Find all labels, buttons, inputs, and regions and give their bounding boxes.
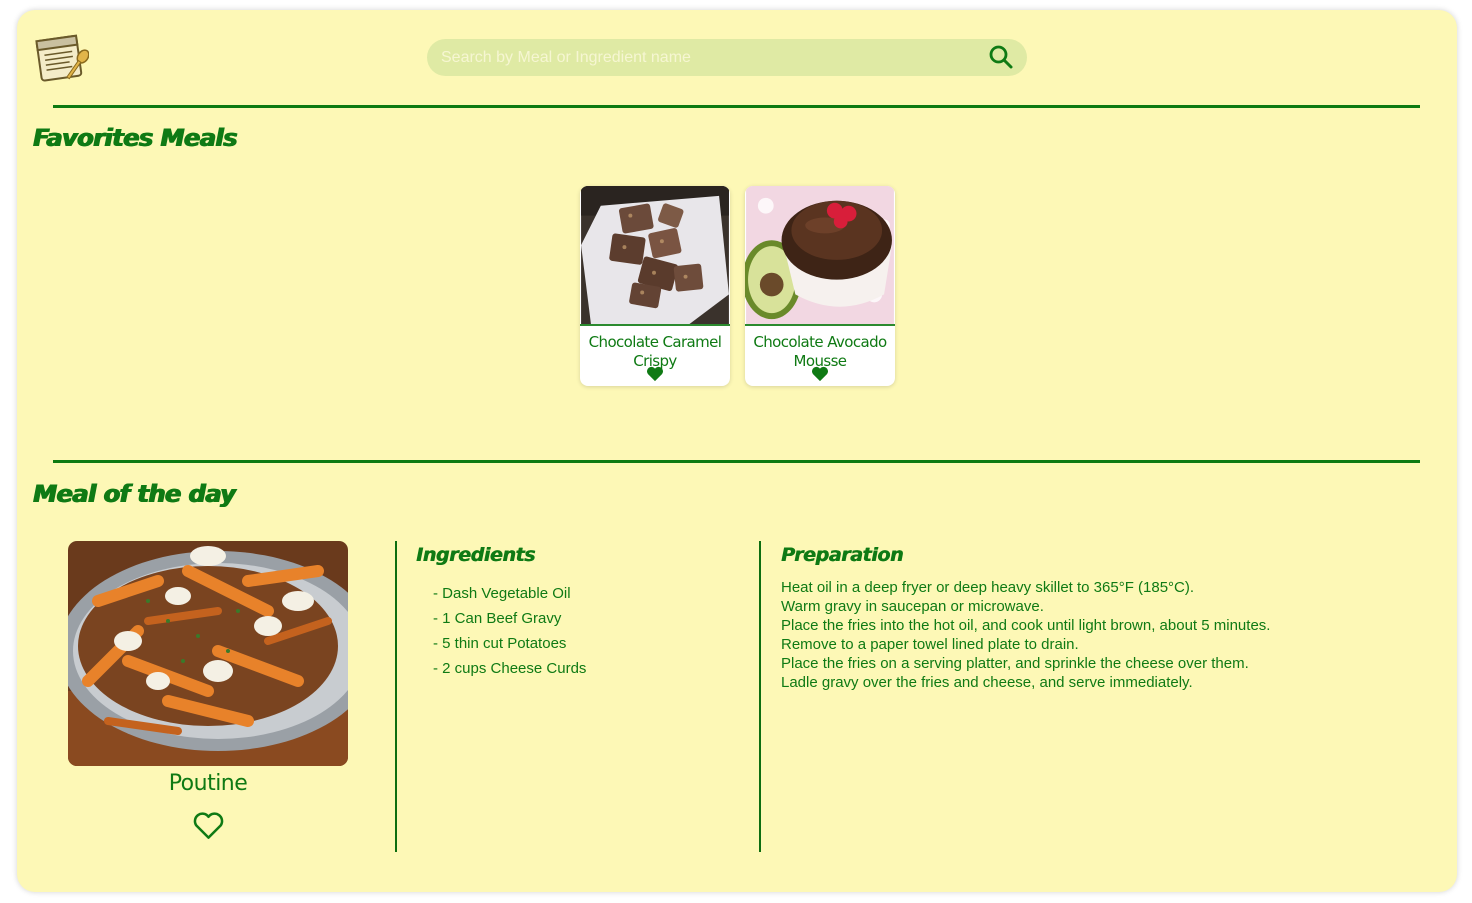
ingredients-list: - Dash Vegetable Oil - 1 Can Beef Gravy … bbox=[433, 581, 586, 681]
search-icon bbox=[989, 45, 1013, 69]
favorite-card-chocolate-avocado-mousse[interactable]: Chocolate Avocado Mousse bbox=[745, 186, 895, 386]
meal-of-day-image bbox=[68, 541, 348, 766]
favorites-title: Favorites Meals bbox=[33, 124, 237, 152]
preparation-step: Ladle gravy over the fries and cheese, a… bbox=[781, 674, 1193, 691]
search-button[interactable] bbox=[987, 44, 1015, 72]
meal-name: Chocolate Avocado Mousse bbox=[753, 333, 887, 370]
meal-name: Chocolate Caramel Crispy bbox=[588, 333, 722, 370]
preparation-step: Remove to a paper towel lined plate to d… bbox=[781, 636, 1079, 653]
list-item: - 1 Can Beef Gravy bbox=[433, 610, 562, 627]
app-container: Favorites Meals Chocolate Caramel Crispy bbox=[17, 10, 1457, 892]
meal-image bbox=[580, 186, 730, 326]
heart-outline-icon[interactable] bbox=[192, 811, 225, 841]
heart-filled-icon[interactable] bbox=[811, 366, 829, 382]
meal-of-day-title: Meal of the day bbox=[33, 480, 236, 508]
preparation-step: Warm gravy in saucepan or microwave. bbox=[781, 598, 1044, 615]
preparation-text: Heat oil in a deep fryer or deep heavy s… bbox=[781, 578, 1421, 692]
list-item: - 2 cups Cheese Curds bbox=[433, 660, 587, 677]
meal-of-day-name: Poutine bbox=[168, 771, 248, 796]
list-item: - Dash Vegetable Oil bbox=[433, 585, 571, 602]
heart-filled-icon[interactable] bbox=[646, 366, 664, 382]
preparation-step: Heat oil in a deep fryer or deep heavy s… bbox=[781, 579, 1195, 596]
preparation-step: Place the fries on a serving platter, an… bbox=[781, 655, 1249, 672]
divider bbox=[53, 460, 1420, 463]
search-bar bbox=[427, 39, 1027, 76]
favorite-card-chocolate-caramel-crispy[interactable]: Chocolate Caramel Crispy bbox=[580, 186, 730, 386]
divider bbox=[53, 105, 1420, 108]
search-input[interactable] bbox=[441, 39, 981, 76]
column-divider bbox=[759, 541, 761, 852]
list-item: - 5 thin cut Potatoes bbox=[433, 635, 567, 652]
meal-image bbox=[745, 186, 895, 326]
preparation-title: Preparation bbox=[781, 544, 903, 566]
column-divider bbox=[395, 541, 397, 852]
preparation-step: Place the fries into the hot oil, and co… bbox=[781, 617, 1271, 634]
ingredients-title: Ingredients bbox=[416, 544, 535, 566]
recipe-book-icon[interactable] bbox=[33, 30, 90, 86]
